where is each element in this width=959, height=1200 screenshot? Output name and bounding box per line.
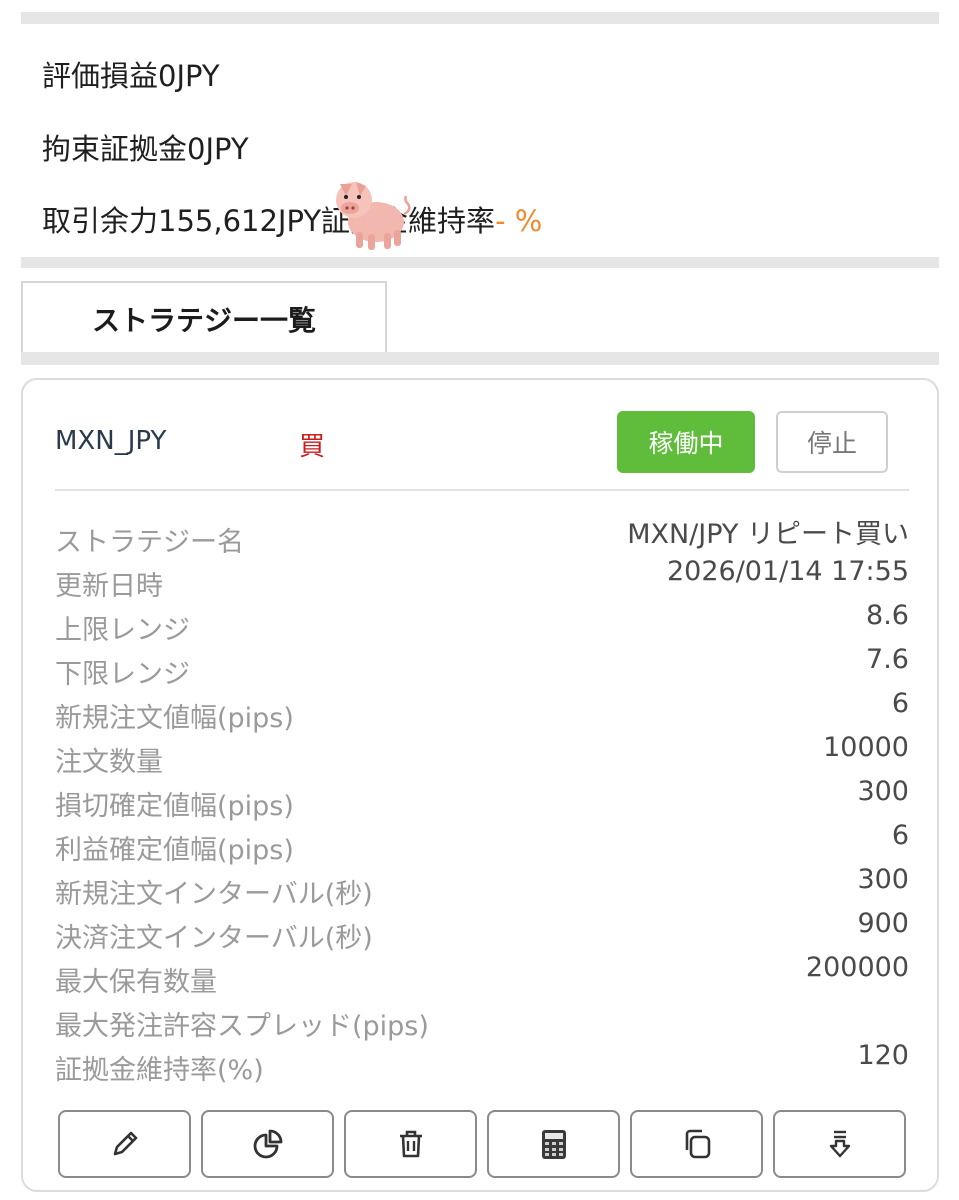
running-button[interactable]: 稼働中 <box>617 411 755 473</box>
detail-row: 新規注文値幅(pips) 6 <box>55 688 909 734</box>
mid-separator <box>21 257 939 268</box>
detail-key: 証拠金維持率(%) <box>55 1055 264 1086</box>
detail-value: 200000 <box>805 952 909 983</box>
detail-value: 300 <box>857 864 909 895</box>
strategy-card: MXN_JPY 買 稼働中 停止 ストラテジー名 MXN/JPY リピート買い 更… <box>21 378 939 1192</box>
detail-value: 2026/01/14 17:55 <box>666 556 909 587</box>
tab-separator <box>21 352 939 365</box>
detail-key: 新規注文値幅(pips) <box>55 703 294 734</box>
stop-button[interactable]: 停止 <box>776 411 888 473</box>
available-text: 取引余力155,612JPY <box>42 204 322 238</box>
detail-key: 下限レンジ <box>55 659 190 690</box>
maintenance-value: - % <box>495 204 543 238</box>
detail-key: 最大発注許容スプレッド(pips) <box>55 1011 429 1042</box>
detail-key: 決済注文インターバル(秒) <box>55 923 373 954</box>
currency-pair: MXN_JPY <box>55 426 167 456</box>
detail-value: 10000 <box>823 732 909 763</box>
action-bar <box>58 1110 908 1178</box>
detail-key: 最大保有数量 <box>55 967 217 998</box>
download-icon <box>829 1130 850 1158</box>
detail-row: 最大保有数量 200000 <box>55 952 909 998</box>
detail-value: 6 <box>891 820 909 851</box>
detail-row: 利益確定値幅(pips) 6 <box>55 820 909 866</box>
detail-key: 損切確定値幅(pips) <box>55 791 294 822</box>
detail-value: 120 <box>857 1040 909 1071</box>
pie-chart-icon <box>253 1129 282 1159</box>
calculator-button[interactable] <box>487 1110 620 1178</box>
detail-value: 8.6 <box>866 600 909 631</box>
detail-key: 更新日時 <box>55 571 163 602</box>
detail-value: 7.6 <box>866 644 909 675</box>
detail-key: 上限レンジ <box>55 615 190 646</box>
edit-button[interactable] <box>58 1110 191 1178</box>
detail-row: 損切確定値幅(pips) 300 <box>55 776 909 822</box>
margin-held: 拘束証拠金0JPY <box>42 132 249 166</box>
copy-button[interactable] <box>630 1110 763 1178</box>
detail-value: 6 <box>891 688 909 719</box>
detail-row: 上限レンジ 8.6 <box>55 600 909 646</box>
detail-row: ストラテジー名 MXN/JPY リピート買い <box>55 512 909 558</box>
calculator-icon <box>541 1130 566 1159</box>
detail-value: 900 <box>857 908 909 939</box>
detail-row: 下限レンジ 7.6 <box>55 644 909 690</box>
trade-side: 買 <box>299 432 326 462</box>
detail-row: 決済注文インターバル(秒) 900 <box>55 908 909 954</box>
detail-key: 新規注文インターバル(秒) <box>55 879 373 910</box>
detail-key: ストラテジー名 <box>55 527 244 558</box>
tab-strategy-list[interactable]: ストラテジー一覧 <box>21 281 387 354</box>
copy-icon <box>685 1129 710 1159</box>
detail-value: MXN/JPY リピート買い <box>627 519 909 550</box>
pig-sticker-icon <box>336 182 411 250</box>
detail-value: 300 <box>857 776 909 807</box>
strategy-details: ストラテジー名 MXN/JPY リピート買い 更新日時 2026/01/14 17:… <box>55 512 909 1086</box>
available-and-maintenance: 取引余力155,612JPY証拠金維持率- % <box>42 203 542 239</box>
detail-key: 注文数量 <box>55 747 163 778</box>
chart-button[interactable] <box>201 1110 334 1178</box>
detail-key: 利益確定値幅(pips) <box>55 835 294 866</box>
top-separator <box>21 12 939 24</box>
detail-row: 新規注文インターバル(秒) 300 <box>55 864 909 910</box>
trash-icon <box>399 1130 422 1158</box>
detail-row: 最大発注許容スプレッド(pips) <box>55 996 909 1042</box>
detail-row: 証拠金維持率(%) 120 <box>55 1040 909 1086</box>
detail-row: 注文数量 10000 <box>55 732 909 778</box>
download-button[interactable] <box>773 1110 906 1178</box>
card-divider <box>55 489 909 491</box>
delete-button[interactable] <box>344 1110 477 1178</box>
valuation-pl: 評価損益0JPY <box>42 59 220 93</box>
pencil-icon <box>113 1131 137 1156</box>
detail-row: 更新日時 2026/01/14 17:55 <box>55 556 909 602</box>
